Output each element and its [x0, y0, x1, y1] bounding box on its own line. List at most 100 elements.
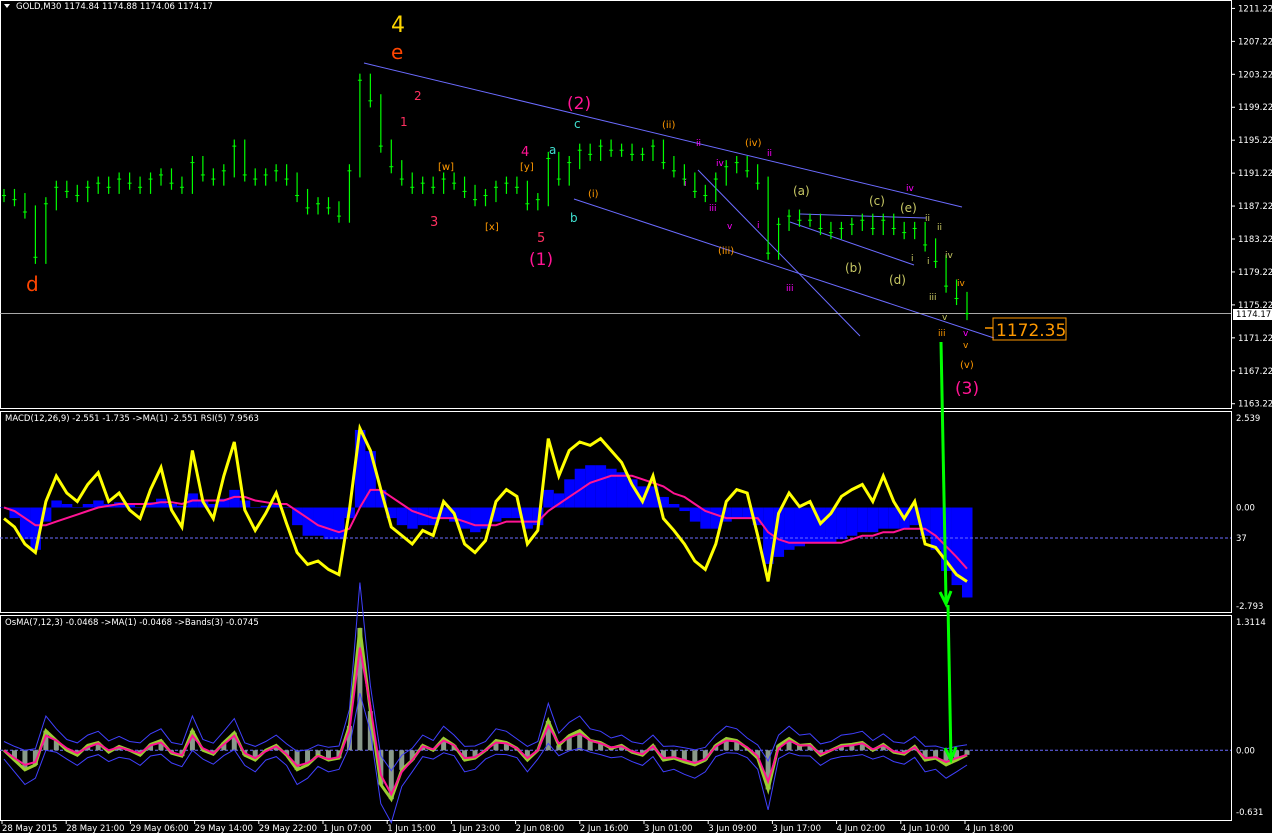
price-tick-label: 1207.22	[1238, 37, 1272, 47]
osma-signal-line	[3, 647, 968, 797]
wave-y: [y]	[520, 162, 534, 173]
wave-g-v: v	[942, 313, 948, 323]
wave-n1: 1	[400, 115, 408, 129]
wave-big-4: 4	[391, 13, 405, 38]
price-tick-label: 1167.22	[1238, 367, 1272, 377]
macd-header: MACD(12,26,9) -2.551 -1.735 ->MA(1) -2.5…	[5, 414, 259, 424]
osma-tick-label: -0.631	[1236, 808, 1263, 818]
wave-g-i: i	[911, 254, 914, 264]
wave-a: a	[549, 143, 556, 157]
macd-histogram-bar	[930, 507, 942, 550]
time-tick-label: 1 Jun 15:00	[387, 824, 436, 833]
osma-header: OsMA(7,12,3) -0.0468 ->MA(1) -0.0468 ->B…	[5, 618, 259, 628]
wave-g-iv: iv	[945, 251, 954, 261]
time-tick-label: 1 Jun 23:00	[451, 824, 500, 833]
price-tick-label: 1183.22	[1238, 235, 1272, 245]
macd-histogram-bar	[72, 507, 83, 509]
wave-n2: 2	[414, 89, 422, 103]
price-tick-label: 1191.22	[1238, 169, 1272, 179]
wave-x: [x]	[485, 222, 499, 233]
time-tick-label: 3 Jun 09:00	[708, 824, 757, 833]
time-tick-label: 4 Jun 10:00	[901, 824, 950, 833]
wave-e: e	[391, 40, 403, 64]
wave-iv-paren: (iv)	[745, 138, 762, 149]
macd-histogram-bar	[51, 500, 62, 508]
wave-d-paren: (d)	[889, 273, 906, 287]
price-tick-label: 1199.22	[1238, 103, 1272, 113]
wave-3-paren: (3)	[955, 379, 979, 399]
macd-histogram-bar	[323, 507, 334, 540]
macd-histogram-bar	[846, 507, 858, 536]
wave-c-paren: (c)	[869, 194, 885, 208]
wave-r-i-2: i	[757, 221, 760, 231]
time-tick-label: 3 Jun 01:00	[644, 824, 693, 833]
wave-r-iv: iv	[716, 159, 725, 169]
rsi-level-label: 37	[1236, 534, 1247, 544]
osma-tick-label: 0.00	[1236, 746, 1255, 756]
macd-histogram-bar	[878, 507, 889, 529]
macd-histogram-bar	[585, 465, 596, 508]
macd-histogram-bar	[354, 429, 366, 508]
macd-histogram-bar	[857, 507, 868, 533]
macd-histogram-bar	[470, 507, 481, 533]
arrow-line-lower	[946, 604, 953, 761]
osma-line	[2, 627, 968, 803]
wave-r-ii: ii	[696, 139, 701, 149]
price-target-label: 1172.35	[996, 321, 1066, 341]
price-panel	[0, 62, 1231, 339]
wave-b-paren: (b)	[845, 261, 862, 275]
price-tick-label: 1187.22	[1238, 202, 1272, 212]
wave-r-ii-2: ii	[767, 149, 772, 159]
price-tick-label: 1179.22	[1238, 268, 1272, 278]
wave-ii-paren: (ii)	[662, 120, 675, 131]
macd-histogram-bar	[313, 507, 324, 536]
macd-histogram-bar	[19, 507, 31, 540]
macd-histogram-bar	[595, 465, 607, 508]
osma-tick-label: 1.3114	[1236, 618, 1266, 628]
current-price-label: 1174.17	[1236, 310, 1271, 320]
wave-r-v-2: v	[963, 329, 969, 339]
wave-o-v: v	[963, 341, 969, 351]
chart-menu-icon[interactable]	[4, 4, 10, 8]
wave-r-iii: iii	[709, 204, 717, 214]
macd-histogram-bar	[794, 507, 806, 547]
wave-labels: 4 e d (2) (1) (3) a b c 1 2 3 4 5 [w] [x…	[26, 13, 979, 399]
wave-r-i: i	[684, 179, 687, 189]
time-tick-label: 29 May 14:00	[195, 824, 253, 833]
wave-n5: 5	[537, 231, 545, 246]
time-tick-label: 4 Jun 02:00	[837, 824, 886, 833]
wave-o-iii: iii	[938, 329, 946, 339]
time-tick-label: 29 May 22:00	[259, 824, 317, 833]
wave-e-paren: (e)	[900, 201, 917, 215]
time-tick-label: 1 Jun 07:00	[323, 824, 372, 833]
time-tick-label: 3 Jun 17:00	[772, 824, 821, 833]
wave-g-i-2: i	[927, 257, 930, 267]
macd-histogram-bar	[396, 507, 408, 526]
wave-b: b	[570, 211, 578, 225]
wave-iii-paren: (iii)	[718, 246, 734, 257]
price-tick-label: 1171.22	[1238, 334, 1272, 344]
macd-tick-label: 0.00	[1236, 504, 1255, 514]
time-tick-label: 29 May 06:00	[130, 824, 188, 833]
channel-line	[573, 198, 995, 339]
macd-histogram-bar	[616, 472, 628, 508]
wave-i-paren: (i)	[588, 189, 599, 200]
macd-tick-label: 2.539	[1236, 414, 1260, 424]
price-tick-label: 1195.22	[1238, 136, 1272, 146]
wave-v-paren: (v)	[960, 360, 974, 371]
symbol-header: GOLD,M30 1174.84 1174.88 1174.06 1174.17	[16, 2, 213, 12]
price-tick-label: 1211.22	[1238, 4, 1272, 14]
wave-2-paren: (2)	[567, 94, 591, 114]
macd-histogram-bar	[333, 507, 345, 540]
trading-chart: 1211.22 1207.22 1203.22 1199.22 1195.22 1191.…	[0, 0, 1272, 833]
price-tick-label: 1203.22	[1238, 70, 1272, 80]
wave-w: [w]	[438, 162, 454, 173]
macd-histogram-bar	[867, 507, 879, 533]
macd-histogram-bar	[82, 503, 94, 508]
time-tick-label: 28 May 2015	[2, 824, 57, 833]
macd-histogram-bar	[679, 507, 690, 512]
macd-histogram-bar	[459, 507, 471, 529]
wave-g-ii: ii	[925, 214, 930, 224]
wave-d: d	[26, 272, 39, 296]
macd-histogram-bar	[250, 507, 261, 509]
